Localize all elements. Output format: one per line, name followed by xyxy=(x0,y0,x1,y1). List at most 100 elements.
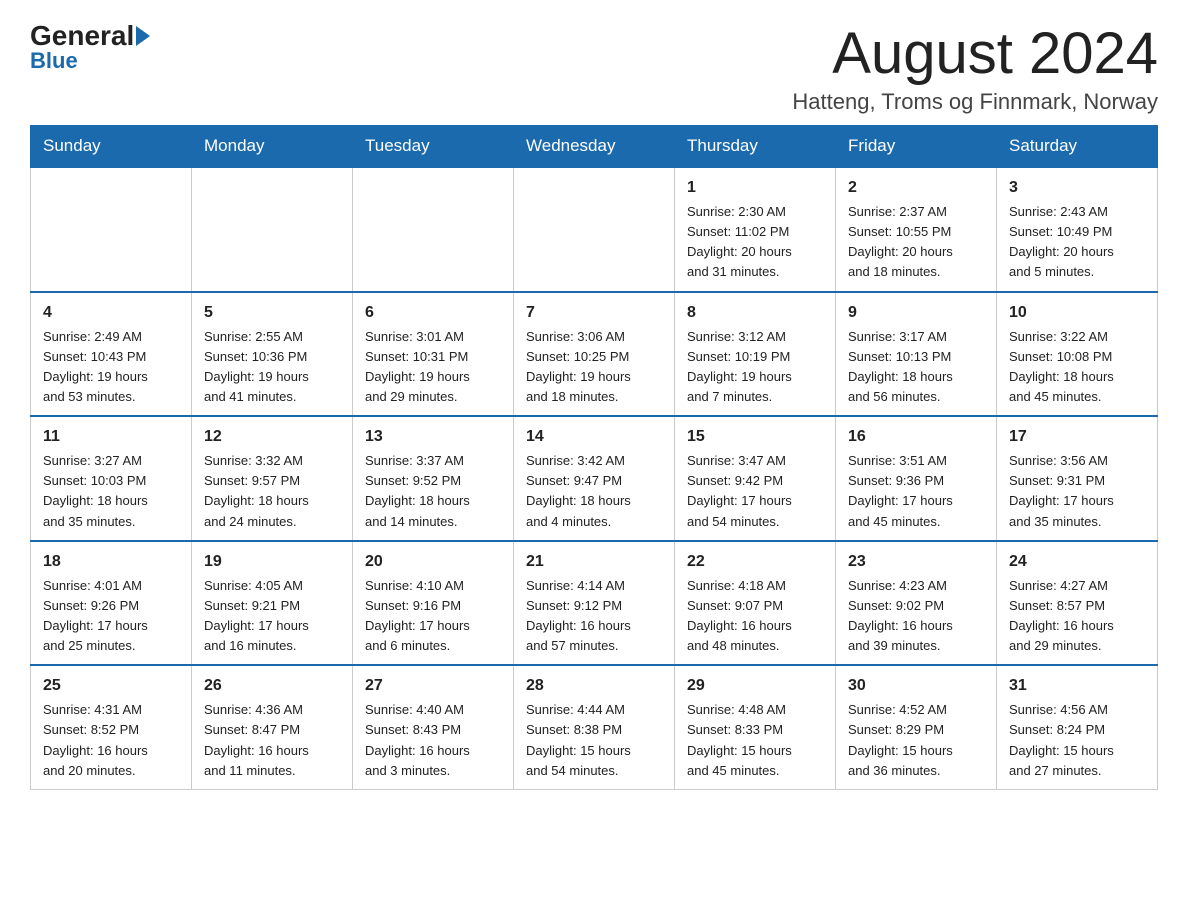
day-info: Sunrise: 3:22 AM Sunset: 10:08 PM Daylig… xyxy=(1009,327,1145,408)
weekday-header-sunday: Sunday xyxy=(31,126,192,168)
calendar-cell: 31Sunrise: 4:56 AM Sunset: 8:24 PM Dayli… xyxy=(997,665,1158,789)
calendar-week-row: 1Sunrise: 2:30 AM Sunset: 11:02 PM Dayli… xyxy=(31,167,1158,292)
day-number: 24 xyxy=(1009,550,1145,574)
calendar-cell: 3Sunrise: 2:43 AM Sunset: 10:49 PM Dayli… xyxy=(997,167,1158,292)
logo-blue: Blue xyxy=(30,48,78,74)
calendar-week-row: 11Sunrise: 3:27 AM Sunset: 10:03 PM Dayl… xyxy=(31,416,1158,541)
day-info: Sunrise: 3:42 AM Sunset: 9:47 PM Dayligh… xyxy=(526,451,662,532)
day-info: Sunrise: 2:37 AM Sunset: 10:55 PM Daylig… xyxy=(848,202,984,283)
calendar-cell: 2Sunrise: 2:37 AM Sunset: 10:55 PM Dayli… xyxy=(836,167,997,292)
day-info: Sunrise: 4:10 AM Sunset: 9:16 PM Dayligh… xyxy=(365,576,501,657)
day-info: Sunrise: 3:17 AM Sunset: 10:13 PM Daylig… xyxy=(848,327,984,408)
weekday-header-wednesday: Wednesday xyxy=(514,126,675,168)
weekday-header-tuesday: Tuesday xyxy=(353,126,514,168)
calendar-cell: 4Sunrise: 2:49 AM Sunset: 10:43 PM Dayli… xyxy=(31,292,192,417)
day-info: Sunrise: 4:14 AM Sunset: 9:12 PM Dayligh… xyxy=(526,576,662,657)
calendar-cell xyxy=(353,167,514,292)
calendar-week-row: 25Sunrise: 4:31 AM Sunset: 8:52 PM Dayli… xyxy=(31,665,1158,789)
calendar-cell: 7Sunrise: 3:06 AM Sunset: 10:25 PM Dayli… xyxy=(514,292,675,417)
logo: General Blue xyxy=(30,20,152,74)
calendar-cell xyxy=(514,167,675,292)
day-info: Sunrise: 4:40 AM Sunset: 8:43 PM Dayligh… xyxy=(365,700,501,781)
calendar-cell: 22Sunrise: 4:18 AM Sunset: 9:07 PM Dayli… xyxy=(675,541,836,666)
day-info: Sunrise: 4:44 AM Sunset: 8:38 PM Dayligh… xyxy=(526,700,662,781)
calendar-cell: 21Sunrise: 4:14 AM Sunset: 9:12 PM Dayli… xyxy=(514,541,675,666)
logo-arrow-icon xyxy=(136,26,150,46)
day-info: Sunrise: 3:32 AM Sunset: 9:57 PM Dayligh… xyxy=(204,451,340,532)
calendar-cell: 27Sunrise: 4:40 AM Sunset: 8:43 PM Dayli… xyxy=(353,665,514,789)
day-number: 31 xyxy=(1009,674,1145,698)
day-number: 27 xyxy=(365,674,501,698)
calendar-cell: 20Sunrise: 4:10 AM Sunset: 9:16 PM Dayli… xyxy=(353,541,514,666)
calendar-cell xyxy=(31,167,192,292)
calendar-cell: 28Sunrise: 4:44 AM Sunset: 8:38 PM Dayli… xyxy=(514,665,675,789)
calendar-cell: 24Sunrise: 4:27 AM Sunset: 8:57 PM Dayli… xyxy=(997,541,1158,666)
location-title: Hatteng, Troms og Finnmark, Norway xyxy=(792,89,1158,115)
calendar-cell: 29Sunrise: 4:48 AM Sunset: 8:33 PM Dayli… xyxy=(675,665,836,789)
day-number: 18 xyxy=(43,550,179,574)
calendar-cell: 30Sunrise: 4:52 AM Sunset: 8:29 PM Dayli… xyxy=(836,665,997,789)
day-info: Sunrise: 2:30 AM Sunset: 11:02 PM Daylig… xyxy=(687,202,823,283)
day-info: Sunrise: 4:23 AM Sunset: 9:02 PM Dayligh… xyxy=(848,576,984,657)
day-info: Sunrise: 3:47 AM Sunset: 9:42 PM Dayligh… xyxy=(687,451,823,532)
calendar-cell: 9Sunrise: 3:17 AM Sunset: 10:13 PM Dayli… xyxy=(836,292,997,417)
day-number: 20 xyxy=(365,550,501,574)
calendar-cell: 12Sunrise: 3:32 AM Sunset: 9:57 PM Dayli… xyxy=(192,416,353,541)
day-info: Sunrise: 3:01 AM Sunset: 10:31 PM Daylig… xyxy=(365,327,501,408)
page-header: General Blue August 2024 Hatteng, Troms … xyxy=(30,20,1158,115)
day-number: 1 xyxy=(687,176,823,200)
day-number: 7 xyxy=(526,301,662,325)
day-number: 28 xyxy=(526,674,662,698)
calendar-cell: 23Sunrise: 4:23 AM Sunset: 9:02 PM Dayli… xyxy=(836,541,997,666)
day-info: Sunrise: 4:56 AM Sunset: 8:24 PM Dayligh… xyxy=(1009,700,1145,781)
calendar-cell: 18Sunrise: 4:01 AM Sunset: 9:26 PM Dayli… xyxy=(31,541,192,666)
day-number: 10 xyxy=(1009,301,1145,325)
month-title: August 2024 xyxy=(792,20,1158,87)
calendar-cell: 1Sunrise: 2:30 AM Sunset: 11:02 PM Dayli… xyxy=(675,167,836,292)
calendar-cell: 16Sunrise: 3:51 AM Sunset: 9:36 PM Dayli… xyxy=(836,416,997,541)
calendar-cell: 19Sunrise: 4:05 AM Sunset: 9:21 PM Dayli… xyxy=(192,541,353,666)
day-number: 8 xyxy=(687,301,823,325)
day-number: 11 xyxy=(43,425,179,449)
title-block: August 2024 Hatteng, Troms og Finnmark, … xyxy=(792,20,1158,115)
day-info: Sunrise: 4:48 AM Sunset: 8:33 PM Dayligh… xyxy=(687,700,823,781)
day-info: Sunrise: 2:49 AM Sunset: 10:43 PM Daylig… xyxy=(43,327,179,408)
calendar-cell: 11Sunrise: 3:27 AM Sunset: 10:03 PM Dayl… xyxy=(31,416,192,541)
calendar-cell: 15Sunrise: 3:47 AM Sunset: 9:42 PM Dayli… xyxy=(675,416,836,541)
calendar-cell: 14Sunrise: 3:42 AM Sunset: 9:47 PM Dayli… xyxy=(514,416,675,541)
day-info: Sunrise: 2:43 AM Sunset: 10:49 PM Daylig… xyxy=(1009,202,1145,283)
day-info: Sunrise: 2:55 AM Sunset: 10:36 PM Daylig… xyxy=(204,327,340,408)
day-info: Sunrise: 4:27 AM Sunset: 8:57 PM Dayligh… xyxy=(1009,576,1145,657)
calendar-cell: 8Sunrise: 3:12 AM Sunset: 10:19 PM Dayli… xyxy=(675,292,836,417)
calendar-cell: 6Sunrise: 3:01 AM Sunset: 10:31 PM Dayli… xyxy=(353,292,514,417)
weekday-header-friday: Friday xyxy=(836,126,997,168)
day-number: 13 xyxy=(365,425,501,449)
calendar-cell: 25Sunrise: 4:31 AM Sunset: 8:52 PM Dayli… xyxy=(31,665,192,789)
calendar-cell: 10Sunrise: 3:22 AM Sunset: 10:08 PM Dayl… xyxy=(997,292,1158,417)
day-number: 4 xyxy=(43,301,179,325)
day-number: 22 xyxy=(687,550,823,574)
day-info: Sunrise: 4:52 AM Sunset: 8:29 PM Dayligh… xyxy=(848,700,984,781)
day-number: 5 xyxy=(204,301,340,325)
calendar-cell: 26Sunrise: 4:36 AM Sunset: 8:47 PM Dayli… xyxy=(192,665,353,789)
day-info: Sunrise: 3:51 AM Sunset: 9:36 PM Dayligh… xyxy=(848,451,984,532)
calendar-cell: 5Sunrise: 2:55 AM Sunset: 10:36 PM Dayli… xyxy=(192,292,353,417)
day-number: 16 xyxy=(848,425,984,449)
calendar-week-row: 4Sunrise: 2:49 AM Sunset: 10:43 PM Dayli… xyxy=(31,292,1158,417)
calendar-cell: 17Sunrise: 3:56 AM Sunset: 9:31 PM Dayli… xyxy=(997,416,1158,541)
calendar-week-row: 18Sunrise: 4:01 AM Sunset: 9:26 PM Dayli… xyxy=(31,541,1158,666)
day-number: 12 xyxy=(204,425,340,449)
day-number: 29 xyxy=(687,674,823,698)
calendar-table: SundayMondayTuesdayWednesdayThursdayFrid… xyxy=(30,125,1158,790)
day-info: Sunrise: 3:56 AM Sunset: 9:31 PM Dayligh… xyxy=(1009,451,1145,532)
day-info: Sunrise: 3:27 AM Sunset: 10:03 PM Daylig… xyxy=(43,451,179,532)
day-number: 3 xyxy=(1009,176,1145,200)
calendar-cell: 13Sunrise: 3:37 AM Sunset: 9:52 PM Dayli… xyxy=(353,416,514,541)
day-number: 23 xyxy=(848,550,984,574)
day-number: 2 xyxy=(848,176,984,200)
weekday-header-monday: Monday xyxy=(192,126,353,168)
day-info: Sunrise: 3:37 AM Sunset: 9:52 PM Dayligh… xyxy=(365,451,501,532)
day-number: 15 xyxy=(687,425,823,449)
day-info: Sunrise: 4:31 AM Sunset: 8:52 PM Dayligh… xyxy=(43,700,179,781)
day-info: Sunrise: 4:18 AM Sunset: 9:07 PM Dayligh… xyxy=(687,576,823,657)
